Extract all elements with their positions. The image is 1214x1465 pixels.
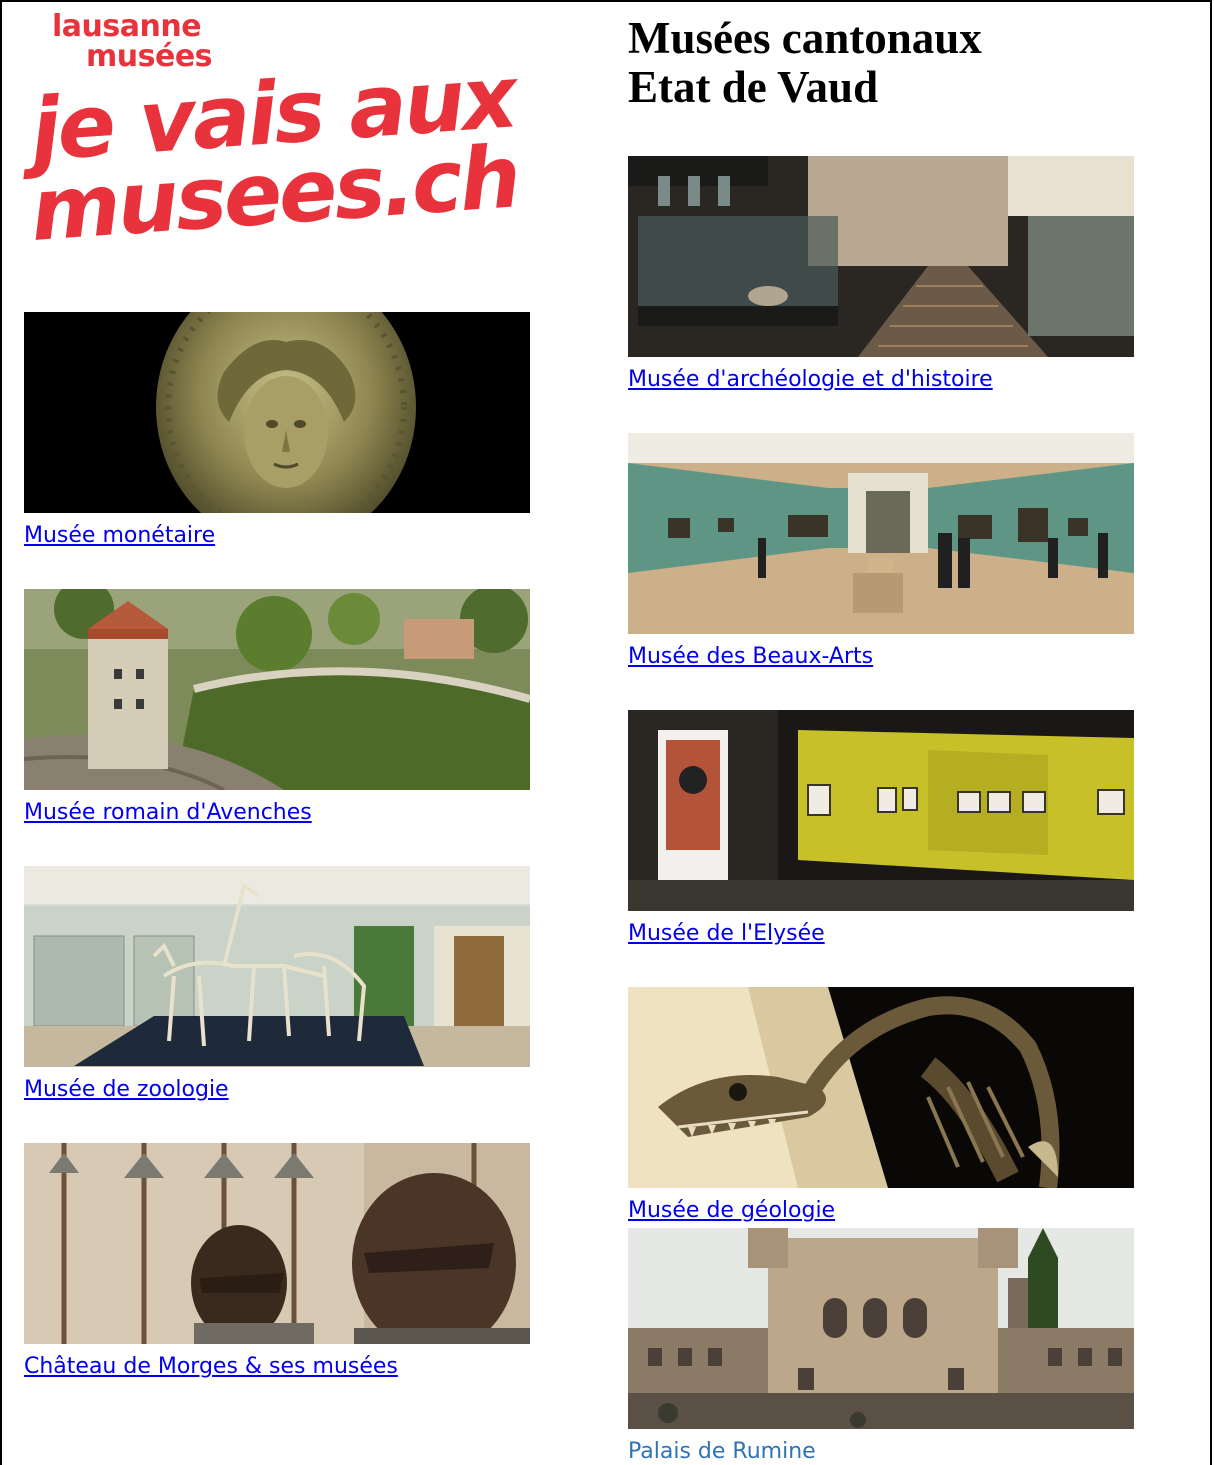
- lausanne-musees-logo[interactable]: lausanne musées je vais aux musees.ch: [28, 8, 534, 288]
- palace-facade-photo[interactable]: [628, 1228, 1134, 1429]
- museum-link-monetaire[interactable]: Musée monétaire: [24, 522, 530, 550]
- museum-link-zoologie[interactable]: Musée de zoologie: [24, 1076, 530, 1104]
- dinosaur-skeleton-photo[interactable]: [628, 987, 1134, 1188]
- page-title-line-1: Musées cantonaux: [628, 13, 982, 63]
- museum-link-rumine[interactable]: Palais de Rumine: [628, 1438, 1134, 1465]
- archaeology-gallery-photo[interactable]: [628, 156, 1134, 357]
- museum-link-elysee[interactable]: Musée de l'Elysée: [628, 920, 1134, 948]
- museum-card-elysee: Musée de l'Elysée: [628, 710, 1134, 948]
- museum-card-zoologie: Musée de zoologie: [24, 866, 530, 1104]
- museum-link-geologie[interactable]: Musée de géologie: [628, 1197, 1134, 1225]
- logo-line-lausanne: lausanne: [52, 9, 202, 44]
- museum-card-morges: Château de Morges & ses musées: [24, 1143, 530, 1381]
- page-title: Musées cantonaux Etat de Vaud: [628, 14, 1188, 112]
- logo-line-musees: musées: [86, 39, 213, 74]
- coin-photo[interactable]: [24, 312, 530, 513]
- armor-photo[interactable]: [24, 1143, 530, 1344]
- amphitheatre-photo[interactable]: [24, 589, 530, 790]
- museum-card-geologie: Musée de géologie: [628, 987, 1134, 1225]
- museum-card-archeologie: Musée d'archéologie et d'histoire: [628, 156, 1134, 394]
- museum-link-archeologie[interactable]: Musée d'archéologie et d'histoire: [628, 366, 1134, 394]
- museum-link-morges[interactable]: Château de Morges & ses musées: [24, 1353, 530, 1381]
- page-title-line-2: Etat de Vaud: [628, 62, 879, 112]
- museum-card-rumine: Palais de Rumine: [628, 1228, 1134, 1465]
- fine-arts-gallery-photo[interactable]: [628, 433, 1134, 634]
- photo-exhibition-photo[interactable]: [628, 710, 1134, 911]
- museum-link-avenches[interactable]: Musée romain d'Avenches: [24, 799, 530, 827]
- museum-card-beaux-arts: Musée des Beaux-Arts: [628, 433, 1134, 671]
- museum-card-avenches: Musée romain d'Avenches: [24, 589, 530, 827]
- museum-card-monetaire: Musée monétaire: [24, 312, 530, 550]
- skeletons-photo[interactable]: [24, 866, 530, 1067]
- museum-link-beaux-arts[interactable]: Musée des Beaux-Arts: [628, 643, 1134, 671]
